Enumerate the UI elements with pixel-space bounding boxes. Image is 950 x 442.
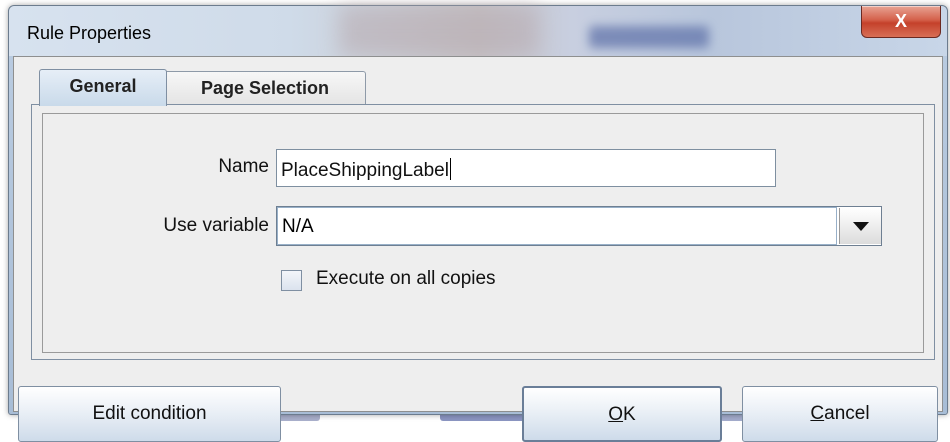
name-value: PlaceShippingLabel (281, 160, 449, 181)
use-variable-label: Use variable (163, 215, 269, 236)
rule-properties-dialog: Rule Properties X General Page Selection… (8, 5, 948, 442)
general-tab-panel: Name PlaceShippingLabel Use variable N/A… (31, 104, 935, 360)
edit-condition-button[interactable]: Edit condition (18, 386, 281, 442)
title-bar-decoration (589, 26, 709, 48)
close-icon: X (894, 11, 907, 31)
text-caret (449, 158, 451, 180)
window-title: Rule Properties (27, 23, 152, 43)
use-variable-select[interactable]: N/A (276, 206, 882, 246)
use-variable-value: N/A (277, 207, 837, 245)
execute-on-all-copies-checkbox[interactable] (281, 270, 302, 291)
title-bar[interactable]: Rule Properties X (9, 6, 947, 56)
ok-mnemonic: O (608, 404, 624, 425)
cancel-button[interactable]: Cancel (742, 386, 938, 442)
tab-page-selection[interactable]: Page Selection (164, 71, 366, 105)
ok-label-rest: K (623, 404, 636, 425)
name-input[interactable]: PlaceShippingLabel (276, 149, 776, 187)
close-button[interactable]: X (861, 6, 941, 38)
form-panel: Name PlaceShippingLabel Use variable N/A… (42, 113, 924, 353)
dropdown-arrow-icon[interactable] (839, 208, 881, 244)
name-label: Name (218, 156, 269, 177)
tab-general[interactable]: General (39, 69, 167, 106)
dialog-content: General Page Selection Name PlaceShippin… (13, 56, 943, 442)
title-bar-decoration (339, 6, 539, 56)
ok-button[interactable]: OK (522, 386, 722, 442)
execute-on-all-copies-label[interactable]: Execute on all copies (316, 268, 496, 290)
